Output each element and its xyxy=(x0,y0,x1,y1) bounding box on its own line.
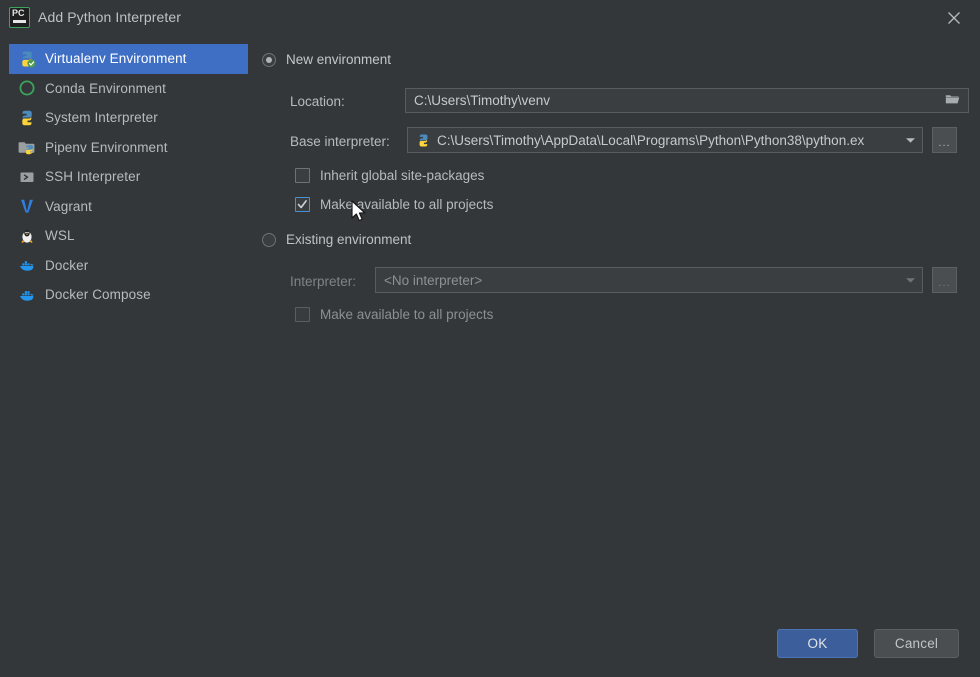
vagrant-icon xyxy=(18,197,36,215)
sidebar-item-label: Docker Compose xyxy=(45,287,151,303)
location-label: Location: xyxy=(290,94,345,109)
pycharm-icon-bar xyxy=(13,20,26,23)
sidebar-item-label: Pipenv Environment xyxy=(45,139,168,155)
interpreter-label: Interpreter: xyxy=(290,274,357,289)
ok-button[interactable]: OK xyxy=(777,629,858,658)
sidebar-item-docker[interactable]: Docker xyxy=(9,251,248,281)
inherit-site-packages-label: Inherit global site-packages xyxy=(320,168,485,183)
sidebar-item-label: Conda Environment xyxy=(45,80,167,96)
sidebar-item-label: Virtualenv Environment xyxy=(45,51,187,67)
location-input[interactable]: C:\Users\Timothy\venv xyxy=(405,88,969,113)
make-available-label: Make available to all projects xyxy=(320,307,494,322)
cancel-button[interactable]: Cancel xyxy=(874,629,959,658)
sidebar-item-pipenv-environment[interactable]: Pipenv Environment xyxy=(9,133,248,163)
python-icon xyxy=(18,109,36,127)
pycharm-icon: PC xyxy=(9,7,30,28)
sidebar-item-docker-compose[interactable]: Docker Compose xyxy=(9,280,248,310)
base-interpreter-label: Base interpreter: xyxy=(290,134,390,149)
existing-environment-radio[interactable]: Existing environment xyxy=(262,232,411,247)
checkbox-indicator-icon xyxy=(295,168,310,183)
new-environment-label: New environment xyxy=(286,52,392,67)
interpreter-combo[interactable]: <No interpreter> xyxy=(375,267,923,293)
sidebar-item-vagrant[interactable]: Vagrant xyxy=(9,192,248,222)
pycharm-icon-text: PC xyxy=(12,8,25,18)
add-python-interpreter-dialog: PC Add Python Interpreter Virtualenv Env… xyxy=(0,0,980,677)
docker-compose-icon xyxy=(18,286,36,304)
interpreter-browse-button[interactable]: ... xyxy=(932,267,957,293)
virtualenv-icon xyxy=(18,50,36,68)
python-icon xyxy=(416,133,431,148)
sidebar-item-label: Docker xyxy=(45,257,89,273)
inherit-site-packages-checkbox[interactable]: Inherit global site-packages xyxy=(295,168,484,183)
base-interpreter-value: C:\Users\Timothy\AppData\Local\Programs\… xyxy=(437,132,865,148)
chevron-down-icon[interactable] xyxy=(905,276,916,284)
checkbox-indicator-icon xyxy=(295,307,310,322)
ssh-icon xyxy=(18,168,36,186)
close-button[interactable] xyxy=(938,4,970,32)
sidebar-item-ssh-interpreter[interactable]: SSH Interpreter xyxy=(9,162,248,192)
make-available-all-projects-checkbox-new[interactable]: Make available to all projects xyxy=(295,197,493,212)
radio-indicator-icon xyxy=(262,52,276,67)
folder-icon[interactable] xyxy=(945,93,960,109)
existing-environment-label: Existing environment xyxy=(286,232,412,247)
sidebar-item-label: SSH Interpreter xyxy=(45,169,141,185)
make-available-all-projects-checkbox-existing[interactable]: Make available to all projects xyxy=(295,307,493,322)
title-bar: PC Add Python Interpreter xyxy=(0,0,980,36)
interpreter-type-list[interactable]: Virtualenv Environment Conda Environment… xyxy=(9,44,248,344)
wsl-icon xyxy=(18,227,36,245)
window-title: Add Python Interpreter xyxy=(38,9,182,25)
base-interpreter-combo[interactable]: C:\Users\Timothy\AppData\Local\Programs\… xyxy=(407,127,923,153)
docker-icon xyxy=(18,256,36,274)
sidebar-item-virtualenv-environment[interactable]: Virtualenv Environment xyxy=(9,44,248,74)
interpreter-value: <No interpreter> xyxy=(384,272,483,288)
sidebar-item-wsl[interactable]: WSL xyxy=(9,221,248,251)
sidebar-item-system-interpreter[interactable]: System Interpreter xyxy=(9,103,248,133)
pipenv-icon xyxy=(18,138,36,156)
sidebar-item-conda-environment[interactable]: Conda Environment xyxy=(9,74,248,104)
radio-indicator-icon xyxy=(262,232,276,247)
conda-icon xyxy=(18,79,36,97)
sidebar-item-label: System Interpreter xyxy=(45,110,158,126)
sidebar-item-label: WSL xyxy=(45,228,75,244)
new-environment-radio[interactable]: New environment xyxy=(262,52,391,67)
close-icon xyxy=(948,12,960,24)
base-interpreter-browse-button[interactable]: ... xyxy=(932,127,957,153)
chevron-down-icon[interactable] xyxy=(905,136,916,144)
make-available-label: Make available to all projects xyxy=(320,197,494,212)
location-value: C:\Users\Timothy\venv xyxy=(414,93,551,108)
checkbox-indicator-icon xyxy=(295,197,310,212)
sidebar-item-label: Vagrant xyxy=(45,198,92,214)
